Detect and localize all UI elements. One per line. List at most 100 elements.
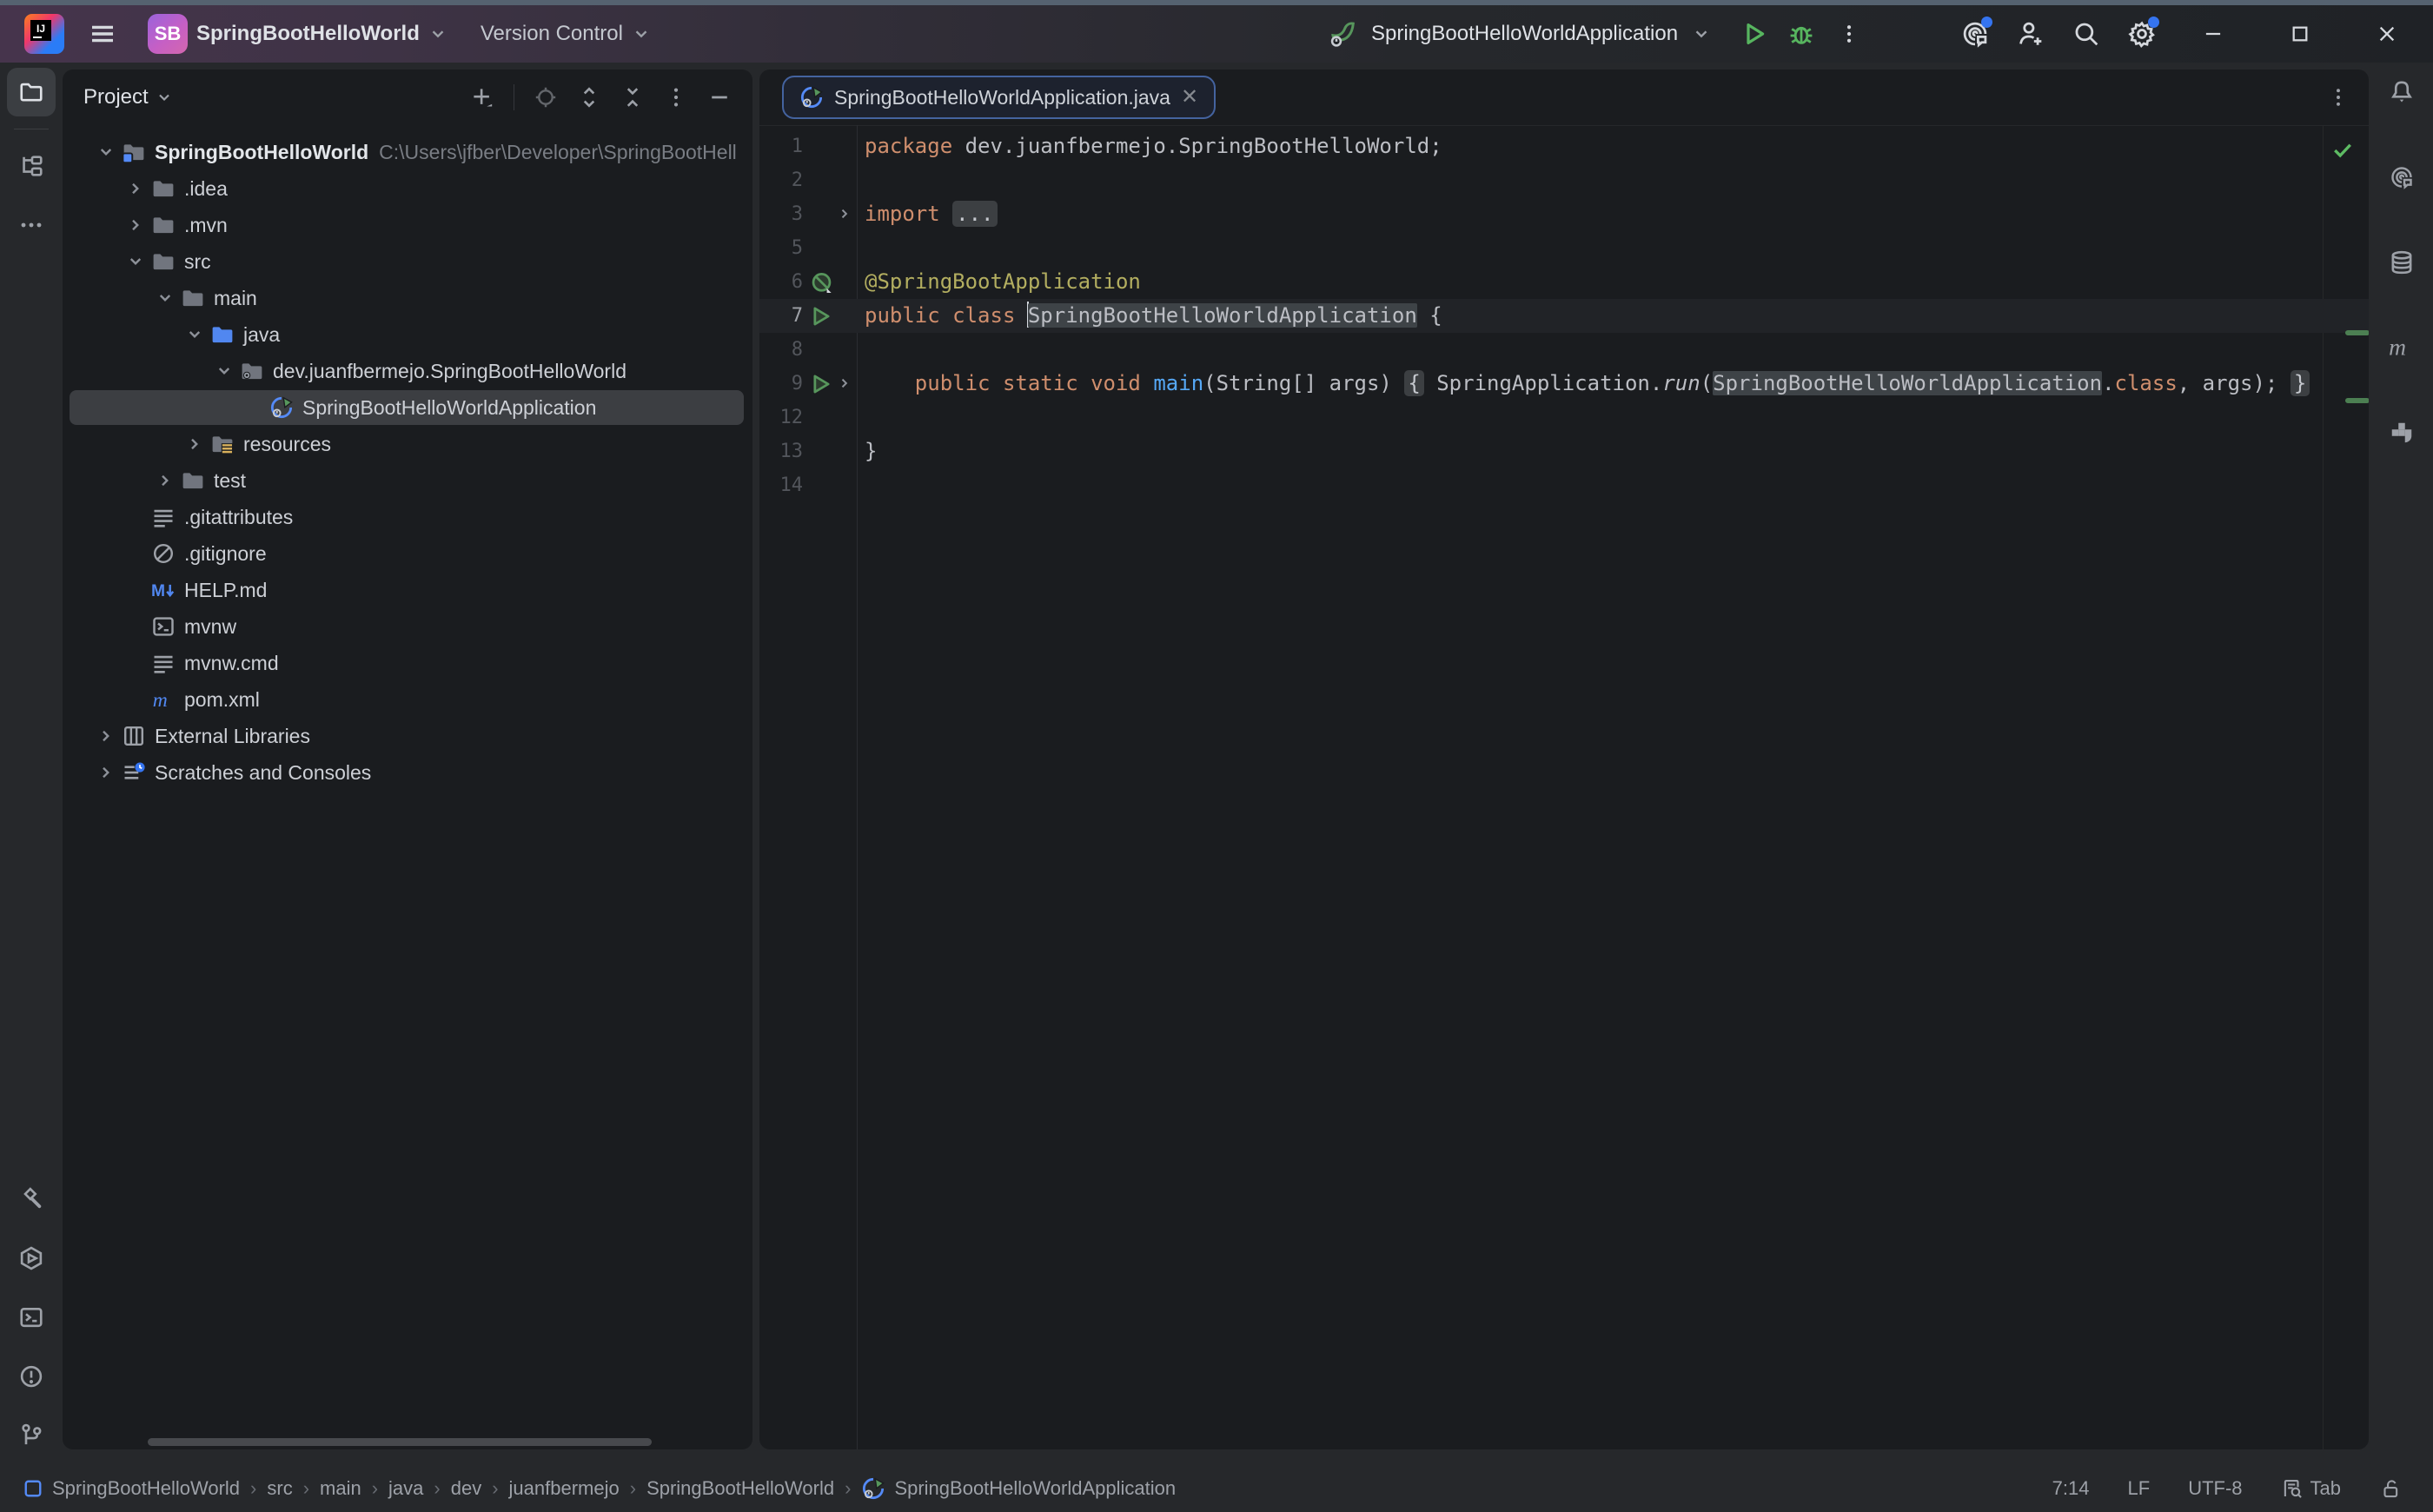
fold-chevron-icon[interactable]: [836, 375, 853, 392]
tool-notifications-button[interactable]: [2377, 68, 2426, 116]
tree-item-springboothelloworldapplication[interactable]: SpringBootHelloWorldApplication: [63, 389, 752, 426]
tree-item-java[interactable]: java: [63, 316, 752, 353]
breadcrumb-item[interactable]: juanfbermejo: [509, 1477, 620, 1500]
unlock-icon[interactable]: [2379, 1477, 2402, 1500]
panel-options-icon[interactable]: [664, 85, 688, 109]
code-line-12[interactable]: 12: [759, 401, 2369, 434]
code-line-5[interactable]: 5: [759, 231, 2369, 265]
more-actions-icon[interactable]: [1838, 23, 1860, 45]
add-user-icon[interactable]: [2016, 19, 2045, 49]
breadcrumb-item[interactable]: src: [267, 1477, 292, 1500]
chevron-down-icon[interactable]: [156, 89, 173, 106]
breadcrumb-item[interactable]: SpringBootHelloWorldApplication: [861, 1476, 1176, 1501]
tool-ai-assistant-button[interactable]: [2377, 153, 2426, 202]
tree-item--mvn[interactable]: .mvn: [63, 207, 752, 243]
window-maximize-button[interactable]: [2270, 5, 2330, 63]
tree-item-help-md[interactable]: MHELP.md: [63, 572, 752, 608]
tool-structure-button[interactable]: [7, 142, 56, 190]
code-line-13[interactable]: 13}: [759, 434, 2369, 468]
horizontal-scrollbar[interactable]: [148, 1438, 652, 1446]
tree-item-scratches-and-consoles[interactable]: Scratches and Consoles: [63, 754, 752, 791]
tree-item-mvnw[interactable]: mvnw: [63, 608, 752, 645]
expand-all-icon[interactable]: [577, 85, 601, 109]
breadcrumb-item[interactable]: SpringBootHelloWorld: [23, 1477, 240, 1500]
tree-item--gitignore[interactable]: .gitignore: [63, 535, 752, 572]
breadcrumb-item[interactable]: java: [388, 1477, 423, 1500]
code-area[interactable]: 1package dev.juanfbermejo.SpringBootHell…: [759, 125, 2369, 1449]
chevron-right-icon[interactable]: [121, 178, 150, 199]
chevron-down-icon[interactable]: [91, 142, 121, 162]
search-icon[interactable]: [2072, 19, 2101, 49]
code-line-14[interactable]: 14: [759, 468, 2369, 502]
project-panel-title[interactable]: Project: [83, 85, 149, 109]
hide-panel-icon[interactable]: [707, 85, 732, 109]
tree-item-src[interactable]: src: [63, 243, 752, 280]
chevron-down-icon[interactable]: [1692, 24, 1711, 43]
chevron-right-icon[interactable]: [180, 434, 209, 454]
tool-project-button[interactable]: [7, 68, 56, 116]
code-line-2[interactable]: 2: [759, 163, 2369, 197]
run-line-icon[interactable]: [810, 373, 832, 395]
caret-position-widget[interactable]: 7:14: [2052, 1477, 2090, 1500]
chevron-right-icon[interactable]: [91, 726, 121, 746]
project-widget[interactable]: SB SpringBootHelloWorld: [137, 5, 458, 63]
debug-button[interactable]: [1787, 20, 1815, 48]
tool-database-button[interactable]: [2377, 238, 2426, 287]
settings-gear-icon[interactable]: [2127, 19, 2157, 49]
tree-item-external-libraries[interactable]: External Libraries: [63, 718, 752, 754]
breadcrumb-item[interactable]: main: [320, 1477, 361, 1500]
vcs-widget[interactable]: Version Control: [470, 13, 661, 55]
code-line-1[interactable]: 1package dev.juanfbermejo.SpringBootHell…: [759, 129, 2369, 163]
window-close-button[interactable]: [2357, 5, 2417, 63]
chevron-down-icon[interactable]: [150, 288, 180, 308]
fold-chevron-icon[interactable]: [836, 205, 853, 222]
chevron-right-icon[interactable]: [91, 762, 121, 783]
spring-bean-icon[interactable]: [810, 271, 833, 295]
run-configuration[interactable]: SpringBootHelloWorldApplication: [1371, 22, 1678, 46]
tab-close-icon[interactable]: ✕: [1181, 87, 1198, 108]
window-minimize-button[interactable]: [2183, 5, 2244, 63]
code-line-9[interactable]: 9 public static void main(String[] args)…: [759, 367, 2369, 401]
chevron-right-icon[interactable]: [121, 215, 150, 235]
tree-item-dev-juanfbermejo-springboothelloworld[interactable]: dev.juanfbermejo.SpringBootHelloWorld: [63, 353, 752, 389]
chevron-right-icon[interactable]: [150, 470, 180, 491]
indent-widget[interactable]: Tab: [2281, 1477, 2341, 1500]
collapse-all-icon[interactable]: [620, 85, 645, 109]
editor-options-icon[interactable]: [2327, 86, 2350, 109]
tool-services-button[interactable]: [7, 1234, 56, 1283]
tree-item-test[interactable]: test: [63, 462, 752, 499]
breadcrumb-item[interactable]: dev: [451, 1477, 481, 1500]
tool-maven-button[interactable]: m: [2377, 323, 2426, 372]
tree-item-springboothelloworld[interactable]: SpringBootHelloWorldC:\Users\jfber\Devel…: [63, 134, 752, 170]
breadcrumb-item[interactable]: SpringBootHelloWorld: [646, 1477, 834, 1500]
inspections-ok-icon[interactable]: [2330, 137, 2355, 162]
editor-tab-active[interactable]: SpringBootHelloWorldApplication.java ✕: [782, 76, 1216, 119]
tool-build-button[interactable]: [7, 1175, 56, 1224]
code-line-8[interactable]: 8: [759, 333, 2369, 367]
add-icon[interactable]: [470, 85, 494, 109]
tree-item-mvnw-cmd[interactable]: mvnw.cmd: [63, 645, 752, 681]
line-separator-widget[interactable]: LF: [2128, 1477, 2151, 1500]
tree-item--gitattributes[interactable]: .gitattributes: [63, 499, 752, 535]
select-opened-file-icon[interactable]: [534, 85, 558, 109]
tool-problems-button[interactable]: [7, 1352, 56, 1401]
tree-item-main[interactable]: main: [63, 280, 752, 316]
tool-more-button[interactable]: [7, 201, 56, 249]
tool-terminal-button[interactable]: [7, 1293, 56, 1342]
main-menu-icon[interactable]: [89, 20, 116, 48]
tree-item-resources[interactable]: resources: [63, 426, 752, 462]
ai-assistant-icon[interactable]: [1960, 19, 1990, 49]
code-line-7[interactable]: 7public class SpringBootHelloWorldApplic…: [759, 299, 2369, 333]
chevron-down-icon[interactable]: [121, 251, 150, 272]
tree-item-pom-xml[interactable]: mpom.xml: [63, 681, 752, 718]
run-line-icon[interactable]: [810, 305, 832, 328]
run-button[interactable]: [1740, 20, 1768, 48]
encoding-widget[interactable]: UTF-8: [2188, 1477, 2242, 1500]
code-line-6[interactable]: 6@SpringBootApplication: [759, 265, 2369, 299]
tool-git-button[interactable]: [7, 1411, 56, 1460]
chevron-down-icon[interactable]: [180, 324, 209, 345]
tool-dependencies-button[interactable]: [2377, 408, 2426, 457]
code-line-3[interactable]: 3import ...: [759, 197, 2369, 231]
tree-item--idea[interactable]: .idea: [63, 170, 752, 207]
chevron-down-icon[interactable]: [209, 361, 239, 381]
